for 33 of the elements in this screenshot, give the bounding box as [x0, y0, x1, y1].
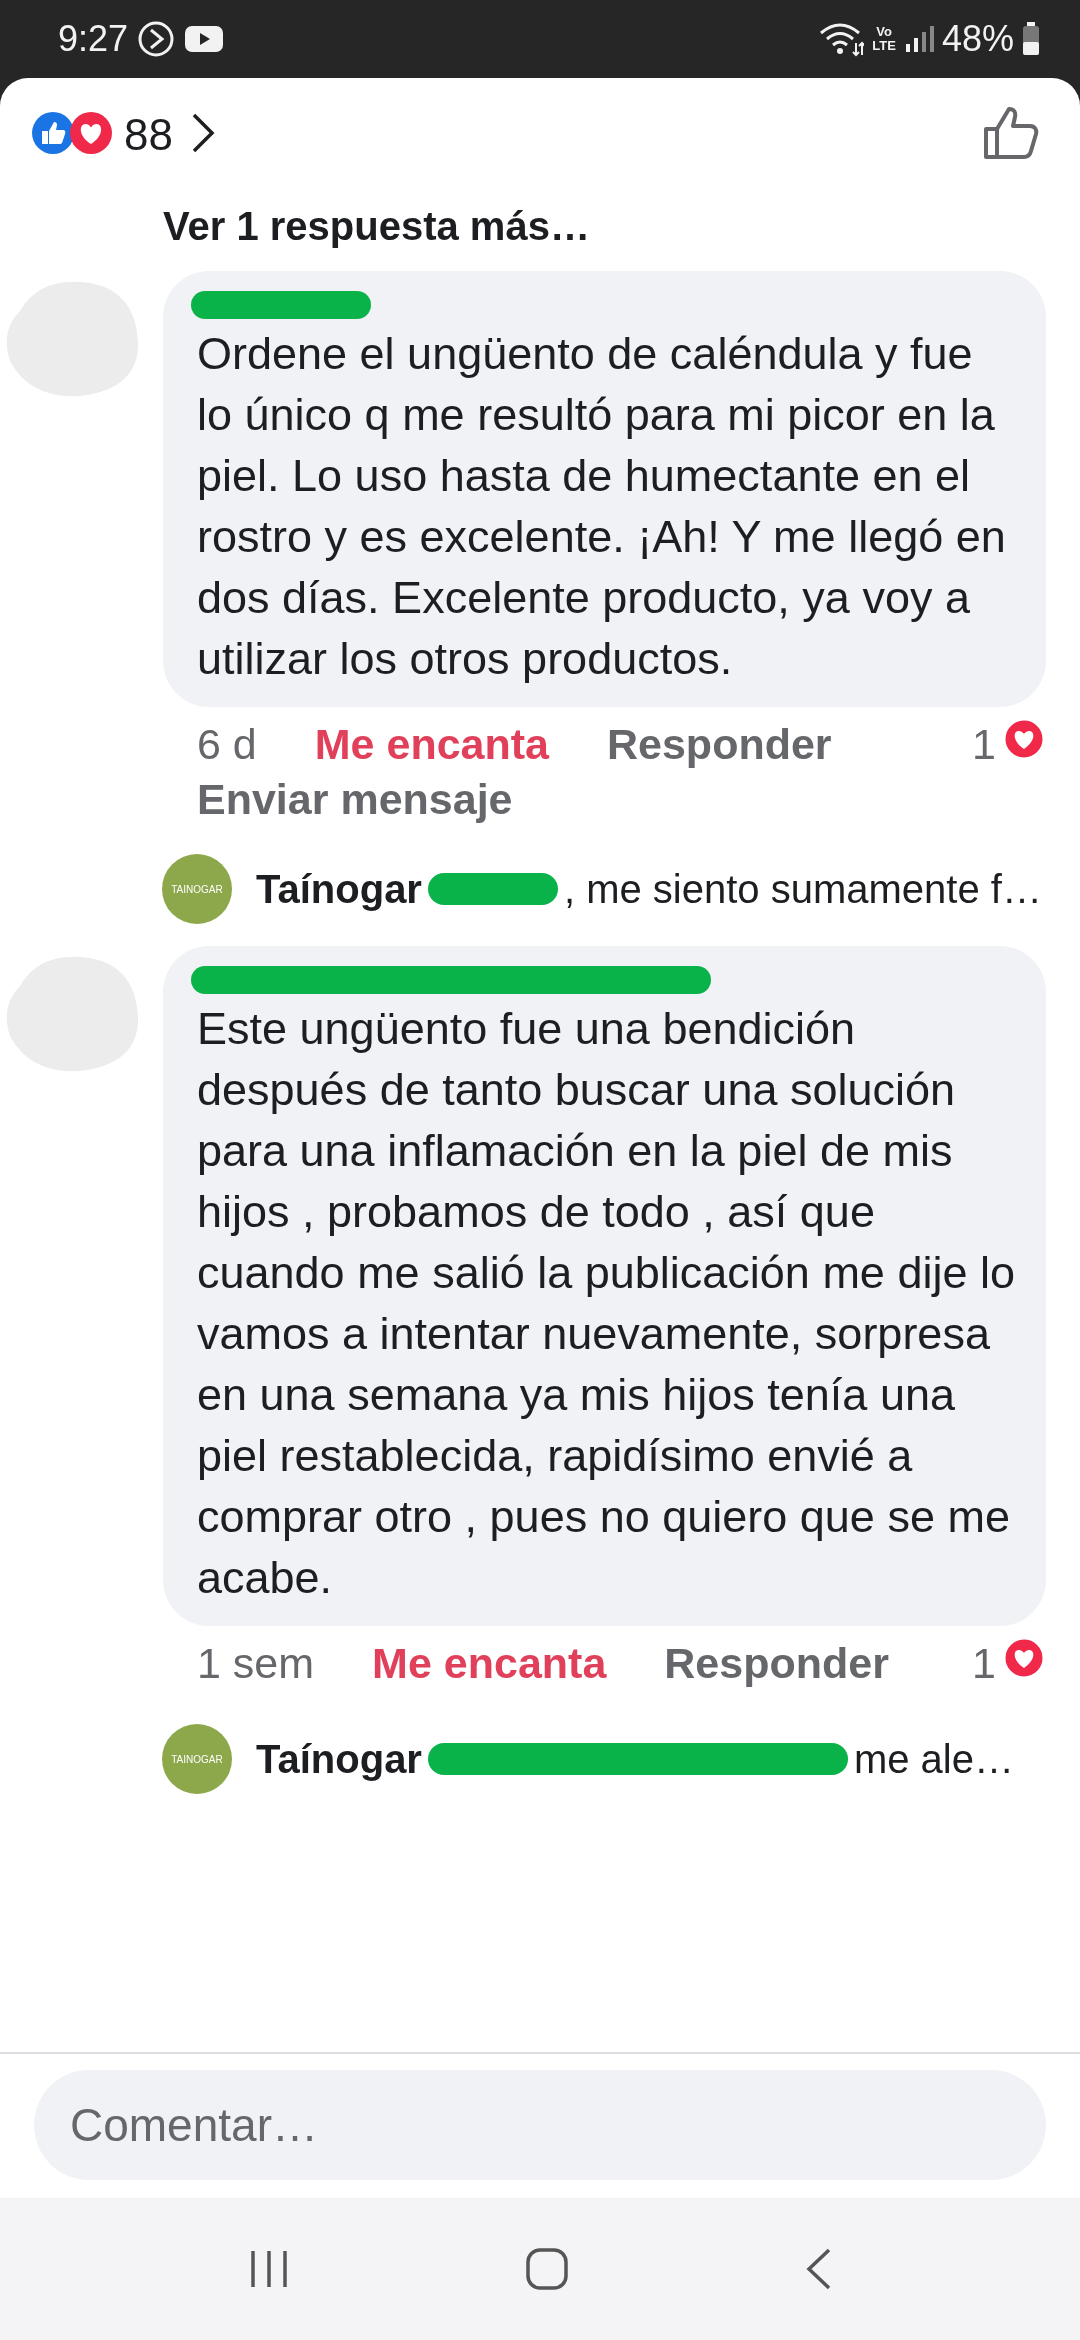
comment-text: Este ungüento fue una bendición después de tanto buscar una solución para una inflamación en la piel de mis hijos , probamos de todo , así que cuando me salió la publicación me dije lo vamos a intentar nuevamente, sorpresa en una semana ya mis hijos tenía una piel restablecida, rapidísimo envié a comprar otro , pues no quiero que se me acabe. [197, 1002, 1016, 1605]
heart-reaction-icon [1002, 1636, 1046, 1680]
home-icon[interactable] [525, 2247, 569, 2291]
comment-text: Ordene el ungüento de caléndula y fue lo único q me resultó para mi picor en la piel. Lo uso hasta de humectante en el rostro y es excelente. ¡Ah! Y me llegó en dos días. Excelente producto, ya voy a utilizar los otros productos. [197, 327, 1007, 686]
thumbs-up-icon[interactable] [982, 105, 1040, 161]
chevron-right-icon[interactable] [190, 112, 215, 154]
reaction-count: 1 [972, 1638, 996, 1688]
reaction-link[interactable]: Me encanta [372, 1638, 607, 1688]
heart-reaction-icon [68, 110, 114, 156]
signal-icon [903, 24, 934, 54]
reaction-link[interactable]: Me encanta [314, 719, 549, 769]
reply-preview-text[interactable]: me ale… [853, 1736, 1014, 1782]
video-play-icon [184, 24, 225, 54]
comment-input[interactable]: Comentar… [34, 2070, 1046, 2180]
battery-percent: 48% [941, 18, 1014, 60]
reaction-count: 1 [972, 719, 996, 769]
volte-label: Vo LTE [872, 25, 896, 53]
reply-author[interactable]: Taínogar [256, 866, 422, 912]
reply-link[interactable]: Responder [664, 1638, 973, 1688]
more-replies-link[interactable]: Ver 1 respuesta más… [0, 178, 1080, 271]
heart-reaction-icon [1002, 717, 1046, 761]
page-avatar: TAINOGAR [162, 1724, 232, 1794]
reply-author[interactable]: Taínogar [256, 1736, 422, 1782]
comment-time: 6 d [197, 719, 257, 769]
reply-preview-text[interactable]: , me siento sumamente f… [563, 866, 1042, 912]
comment-time: 1 sem [197, 1638, 315, 1688]
send-message-link[interactable]: Enviar mensaje [0, 771, 1080, 824]
battery-icon [1022, 22, 1040, 56]
clock: 9:27 [58, 18, 129, 60]
wifi-icon [818, 21, 865, 57]
reply-link[interactable]: Responder [607, 719, 973, 769]
reaction-total[interactable]: 88 [124, 110, 173, 160]
page-avatar: TAINOGAR [162, 854, 232, 924]
